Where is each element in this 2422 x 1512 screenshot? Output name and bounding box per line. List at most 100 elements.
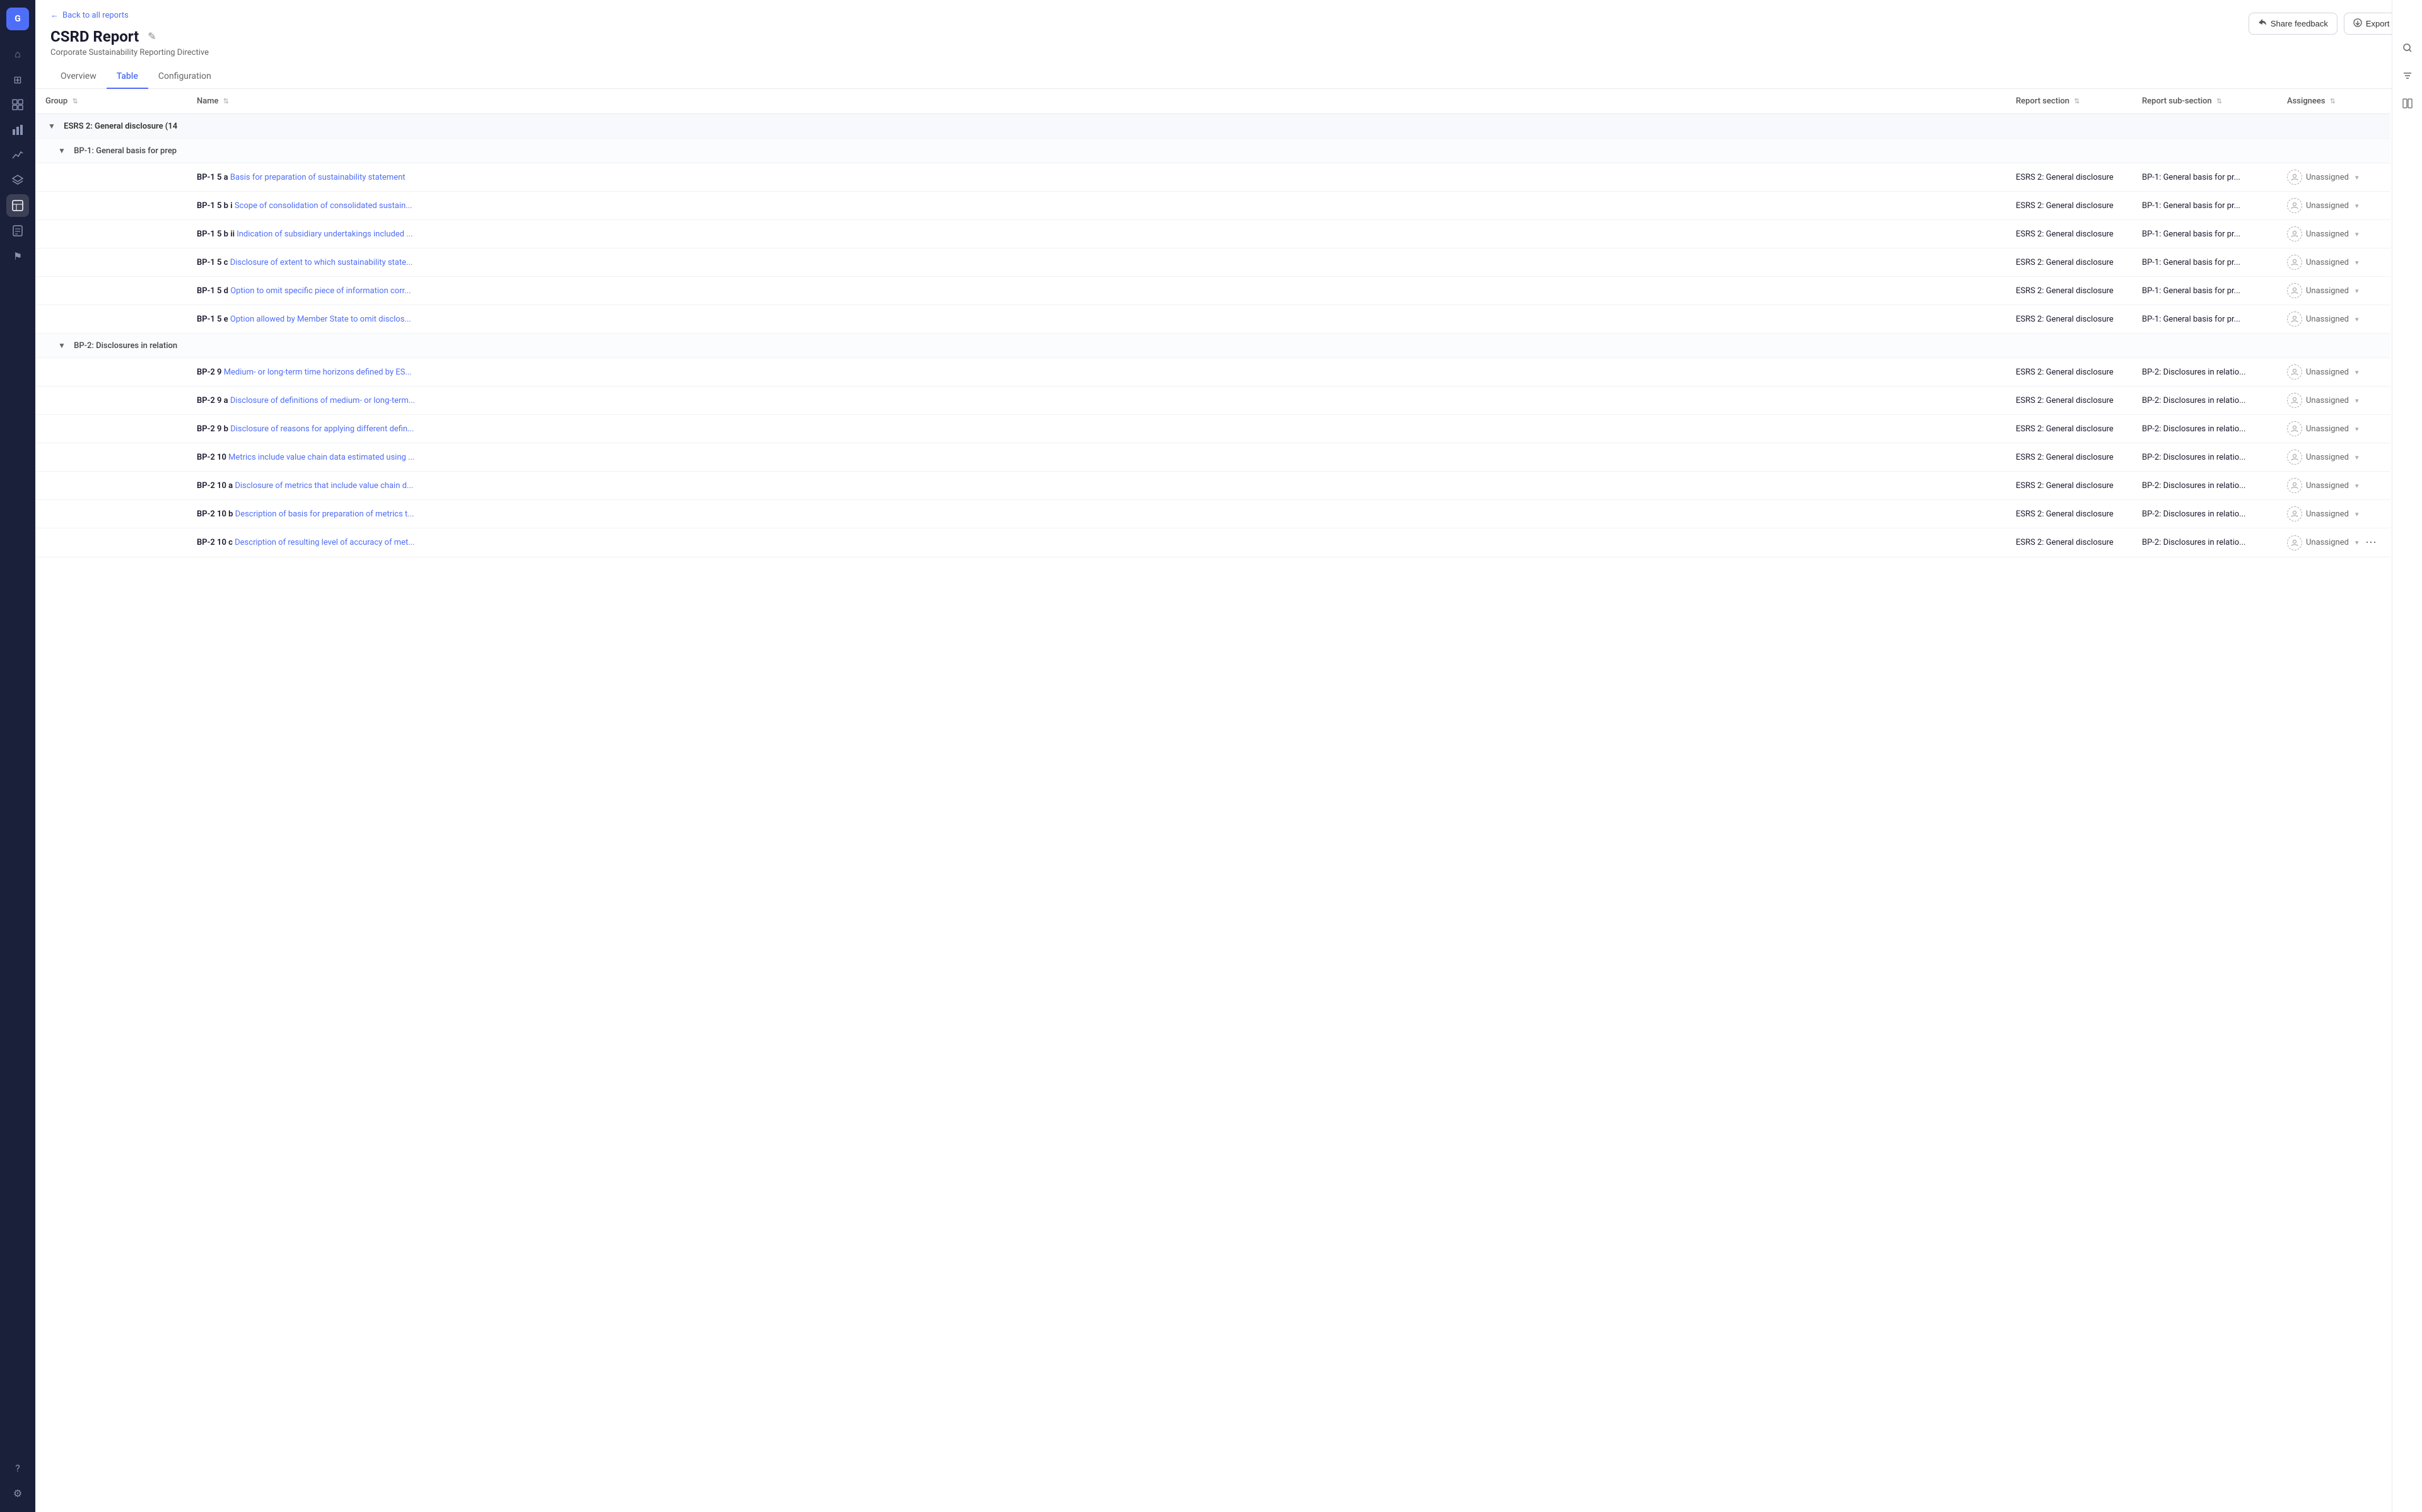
row-name-link[interactable]: Description of resulting level of accura… <box>235 538 414 547</box>
row-subsection-cell: BP-1: General basis for pr... <box>2132 163 2277 192</box>
col-header-group[interactable]: Group ⇅ <box>35 89 187 114</box>
filter-button[interactable] <box>2397 66 2418 86</box>
row-name-link[interactable]: Disclosure of definitions of medium- or … <box>230 396 415 405</box>
row-subsection-cell: BP-1: General basis for pr... <box>2132 277 2277 305</box>
row-subsection-cell: BP-2: Disclosures in relatio... <box>2132 528 2277 557</box>
subgroup-expand-button[interactable]: ▼ <box>56 340 68 351</box>
assignee-dropdown-icon[interactable]: ▾ <box>2355 173 2359 182</box>
columns-button[interactable] <box>2397 93 2418 113</box>
assignee-label: Unassigned <box>2306 424 2349 434</box>
assignee-avatar <box>2287 478 2302 493</box>
row-subsection-cell: BP-1: General basis for pr... <box>2132 192 2277 220</box>
row-subsection-cell: BP-1: General basis for pr... <box>2132 248 2277 277</box>
row-section-cell: ESRS 2: General disclosure <box>2006 358 2132 387</box>
sidebar-item-grid[interactable]: ⊞ <box>6 68 29 91</box>
row-subsection-cell: BP-2: Disclosures in relatio... <box>2132 472 2277 500</box>
sidebar-item-help[interactable]: ? <box>6 1457 29 1479</box>
row-assignee-cell: Unassigned ▾ <box>2277 415 2390 443</box>
assignee-label: Unassigned <box>2306 453 2349 462</box>
main-content: ← Back to all reports CSRD Report ✎ Corp… <box>35 0 2422 1512</box>
row-name-cell: BP-1 5 b ii Indication of subsidiary und… <box>187 220 2006 248</box>
assignee-dropdown-icon[interactable]: ▾ <box>2355 230 2359 238</box>
sidebar-item-layers[interactable] <box>6 169 29 192</box>
sidebar-item-settings[interactable]: ⚙ <box>6 1482 29 1504</box>
row-more-button[interactable]: ⋯ <box>2361 535 2380 550</box>
table-row: BP-1 5 e Option allowed by Member State … <box>35 305 2390 334</box>
row-section-cell: ESRS 2: General disclosure <box>2006 415 2132 443</box>
col-header-assignees[interactable]: Assignees ⇅ <box>2277 89 2390 114</box>
group-cell: ▼ ESRS 2: General disclosure (14 <box>35 114 2390 139</box>
row-section-cell: ESRS 2: General disclosure <box>2006 500 2132 528</box>
assignee-dropdown-icon[interactable]: ▾ <box>2355 397 2359 405</box>
assignee-container: Unassigned ▾ <box>2287 255 2380 270</box>
row-assignee-cell: Unassigned ▾ <box>2277 163 2390 192</box>
row-code: BP-2 10 b <box>197 509 235 519</box>
subgroup-expand-button[interactable]: ▼ <box>56 145 68 156</box>
row-name-link[interactable]: Indication of subsidiary undertakings in… <box>237 230 412 239</box>
row-section-cell: ESRS 2: General disclosure <box>2006 528 2132 557</box>
row-name-link[interactable]: Option to omit specific piece of informa… <box>230 286 411 296</box>
assignee-dropdown-icon[interactable]: ▾ <box>2355 287 2359 295</box>
row-name-link[interactable]: Medium- or long-term time horizons defin… <box>224 368 412 377</box>
row-code: BP-2 10 a <box>197 481 235 491</box>
row-group-cell <box>35 528 187 557</box>
assignee-avatar <box>2287 198 2302 213</box>
row-group-cell <box>35 500 187 528</box>
search-button[interactable] <box>2397 38 2418 58</box>
row-name-link[interactable]: Basis for preparation of sustainability … <box>230 173 406 182</box>
sidebar-item-table[interactable] <box>6 93 29 116</box>
row-code: BP-1 5 d <box>197 286 230 296</box>
row-name-link[interactable]: Description of basis for preparation of … <box>235 509 414 519</box>
sidebar-item-reports[interactable] <box>6 219 29 242</box>
group-expand-button[interactable]: ▼ <box>45 120 58 132</box>
assignee-avatar <box>2287 255 2302 270</box>
app-logo[interactable]: G <box>6 8 29 30</box>
sidebar-item-home[interactable]: ⌂ <box>6 43 29 66</box>
assignee-label: Unassigned <box>2306 230 2349 239</box>
tab-overview[interactable]: Overview <box>50 65 107 89</box>
row-section-cell: ESRS 2: General disclosure <box>2006 472 2132 500</box>
subgroup-label: BP-2: Disclosures in relation <box>74 341 177 351</box>
sort-icon-group: ⇅ <box>72 97 78 105</box>
sidebar-item-linechart[interactable] <box>6 144 29 166</box>
assignee-dropdown-icon[interactable]: ▾ <box>2355 259 2359 267</box>
row-code: BP-2 9 a <box>197 396 230 405</box>
group-label: ESRS 2: General disclosure (14 <box>64 122 177 131</box>
sidebar-item-barchart[interactable] <box>6 119 29 141</box>
table-row: ▼ BP-1: General basis for prep <box>35 139 2390 163</box>
assignee-dropdown-icon[interactable]: ▾ <box>2355 368 2359 376</box>
table-row: ▼ ESRS 2: General disclosure (14 <box>35 114 2390 139</box>
assignee-container: Unassigned ▾ <box>2287 226 2380 241</box>
share-feedback-button[interactable]: Share feedback <box>2249 13 2337 35</box>
export-label: Export <box>2366 19 2390 28</box>
row-subsection-cell: BP-1: General basis for pr... <box>2132 220 2277 248</box>
col-header-subsection[interactable]: Report sub-section ⇅ <box>2132 89 2277 114</box>
row-name-link[interactable]: Disclosure of metrics that include value… <box>235 481 413 491</box>
tab-configuration[interactable]: Configuration <box>148 65 221 89</box>
row-name-link[interactable]: Option allowed by Member State to omit d… <box>230 315 411 324</box>
row-name-link[interactable]: Disclosure of extent to which sustainabi… <box>230 258 413 267</box>
table-container[interactable]: Group ⇅ Name ⇅ Report section ⇅ Report s… <box>35 89 2422 1512</box>
assignee-dropdown-icon[interactable]: ▾ <box>2355 315 2359 323</box>
assignee-dropdown-icon[interactable]: ▾ <box>2355 538 2359 547</box>
tab-table[interactable]: Table <box>107 65 148 89</box>
row-name-link[interactable]: Disclosure of reasons for applying diffe… <box>230 424 414 434</box>
sidebar-item-analytics[interactable] <box>6 194 29 217</box>
col-header-section[interactable]: Report section ⇅ <box>2006 89 2132 114</box>
assignee-container: Unassigned ▾ <box>2287 198 2380 213</box>
assignee-dropdown-icon[interactable]: ▾ <box>2355 453 2359 462</box>
assignee-dropdown-icon[interactable]: ▾ <box>2355 482 2359 490</box>
header-actions: Share feedback Export ▾ <box>2249 13 2407 35</box>
assignee-dropdown-icon[interactable]: ▾ <box>2355 202 2359 210</box>
sidebar-item-flag[interactable]: ⚑ <box>6 245 29 267</box>
row-name-cell: BP-2 10 b Description of basis for prepa… <box>187 500 2006 528</box>
row-group-cell <box>35 192 187 220</box>
assignee-dropdown-icon[interactable]: ▾ <box>2355 425 2359 433</box>
row-name-link[interactable]: Scope of consolidation of consolidated s… <box>235 201 412 211</box>
edit-title-button[interactable]: ✎ <box>145 28 158 45</box>
col-header-name[interactable]: Name ⇅ <box>187 89 2006 114</box>
row-code: BP-1 5 b i <box>197 201 235 211</box>
assignee-dropdown-icon[interactable]: ▾ <box>2355 510 2359 518</box>
row-name-link[interactable]: Metrics include value chain data estimat… <box>228 453 414 462</box>
back-link[interactable]: ← Back to all reports <box>50 10 2407 20</box>
